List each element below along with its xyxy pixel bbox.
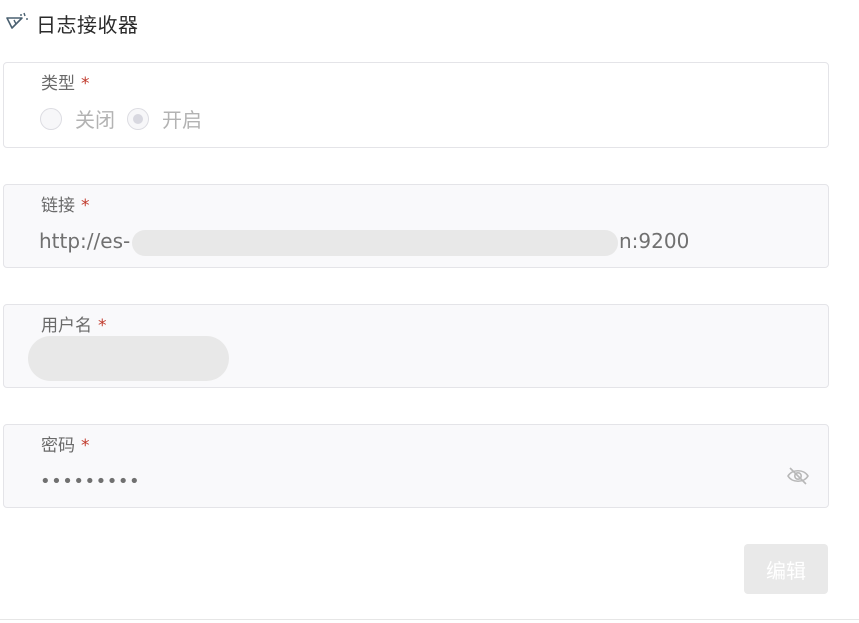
- link-value-suffix: n:9200: [619, 229, 690, 253]
- type-radio-group: 关闭 开启: [40, 104, 214, 133]
- divider: [0, 619, 859, 620]
- link-label: 链接 *: [41, 196, 90, 216]
- password-label: 密码 *: [41, 436, 90, 456]
- type-label: 类型 *: [41, 74, 90, 94]
- redacted-block: [132, 230, 618, 256]
- type-field: 类型 * 关闭 开启: [3, 62, 829, 148]
- link-field[interactable]: 链接 * http://es- n:9200: [3, 184, 829, 268]
- password-value: •••••••••: [40, 471, 141, 492]
- radio-on-label[interactable]: 开启: [162, 104, 202, 133]
- section-title: 日志接收器: [36, 12, 139, 37]
- radio-off[interactable]: [40, 107, 62, 130]
- section-header: 日志接收器: [4, 9, 139, 37]
- radio-on[interactable]: [127, 107, 149, 130]
- required-mark: *: [81, 74, 90, 94]
- username-label: 用户名 *: [41, 316, 107, 336]
- required-mark: *: [98, 316, 107, 336]
- edit-button[interactable]: 编辑: [744, 544, 828, 594]
- required-mark: *: [81, 436, 90, 456]
- link-value-prefix: http://es-: [39, 229, 131, 253]
- required-mark: *: [81, 196, 90, 216]
- eye-off-icon[interactable]: [785, 465, 811, 487]
- password-field[interactable]: 密码 * •••••••••: [3, 424, 829, 508]
- redacted-block: [28, 336, 229, 381]
- username-field[interactable]: 用户名 *: [3, 304, 829, 388]
- radio-off-label[interactable]: 关闭: [75, 104, 115, 133]
- megaphone-sparkle-icon: [4, 11, 28, 35]
